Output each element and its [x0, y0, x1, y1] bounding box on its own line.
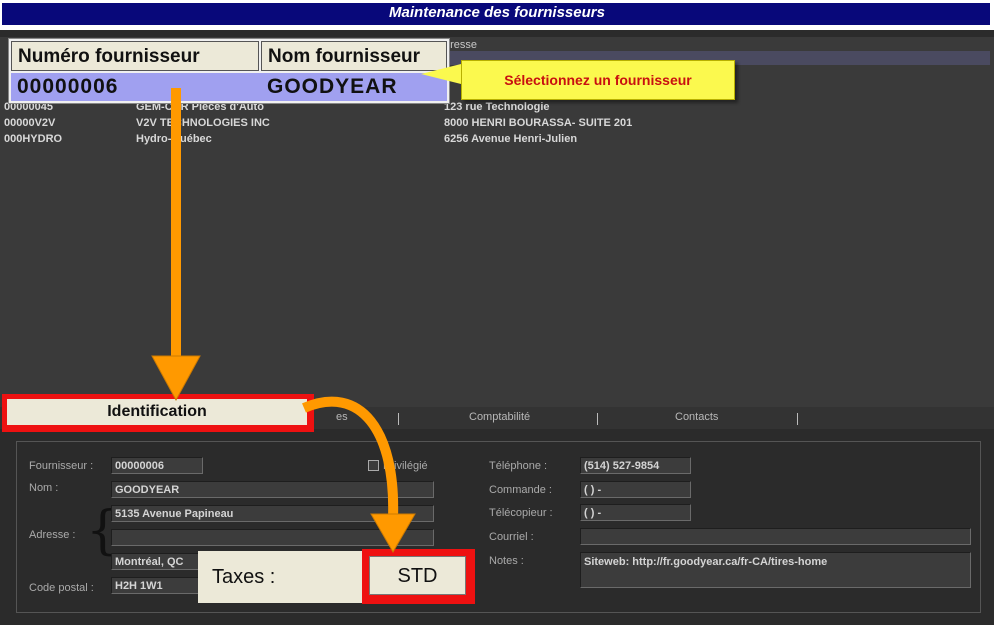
table-row[interactable]: 000HYDRO Hydro-Québec 6256 Avenue Henri-… [4, 133, 994, 147]
zoomed-selected-row: Numéro fournisseur Nom fournisseur 00000… [8, 38, 450, 104]
privilegie-label: Privilégié [383, 460, 428, 472]
cell-numero: 000HYDRO [4, 133, 63, 145]
identification-tab-highlight: Identification [2, 394, 314, 432]
commande-field[interactable]: ( ) - [580, 481, 691, 498]
tab-separator [597, 413, 598, 425]
column-header-numero[interactable]: Numéro fournisseur [11, 41, 259, 71]
cell-adresse: 6256 Avenue Henri-Julien [444, 133, 578, 145]
adresse-line3-field[interactable]: Montréal, QC [111, 553, 201, 570]
tab-comptabilite[interactable]: Comptabilité [469, 411, 530, 423]
adresse-label: Adresse : [29, 529, 76, 541]
notes-label: Notes : [489, 555, 524, 567]
select-supplier-callout: Sélectionnez un fournisseur [461, 60, 735, 100]
tab-separator [398, 413, 399, 425]
window-title: Maintenance des fournisseurs [389, 4, 605, 21]
telecopieur-field[interactable]: ( ) - [580, 504, 691, 521]
selected-nom: GOODYEAR [267, 75, 398, 98]
taxes-label: Taxes : [212, 566, 276, 588]
tab-partial[interactable]: es [336, 411, 348, 423]
cell-adresse: 8000 HENRI BOURASSA- SUITE 201 [444, 117, 633, 129]
table-row[interactable]: 00000V2V V2V TECHNOLOGIES INC 8000 HENRI… [4, 117, 994, 131]
nom-label: Nom : [29, 482, 59, 494]
telecopieur-label: Télécopieur : [489, 507, 553, 519]
tab-separator [797, 413, 798, 425]
code-postal-label: Code postal : [29, 582, 94, 594]
tab-contacts[interactable]: Contacts [675, 411, 718, 423]
fournisseur-label: Fournisseur : [29, 460, 94, 472]
cell-adresse: 123 rue Technologie [444, 101, 550, 113]
nom-field[interactable]: GOODYEAR [111, 481, 434, 498]
code-postal-field[interactable]: H2H 1W1 [111, 577, 201, 594]
cell-numero: 00000V2V [4, 117, 56, 129]
notes-field[interactable]: Siteweb: http://fr.goodyear.ca/fr-CA/tir… [580, 552, 971, 588]
telephone-label: Téléphone : [489, 460, 548, 472]
selected-numero: 00000006 [17, 75, 119, 98]
tab-identification[interactable]: Identification [7, 399, 307, 425]
taxes-button-highlight: STD [362, 549, 475, 604]
commande-label: Commande : [489, 484, 552, 496]
courriel-label: Courriel : [489, 531, 534, 543]
taxes-std-button[interactable]: STD [369, 556, 466, 595]
privilegie-checkbox[interactable] [368, 460, 379, 471]
callout-pointer [421, 64, 461, 84]
cell-nom: V2V TECHNOLOGIES INC [136, 117, 270, 129]
taxes-zoom-panel: Taxes : [198, 551, 362, 603]
title-bar: Maintenance des fournisseurs [0, 0, 994, 30]
adresse-line2-field[interactable] [111, 529, 434, 546]
cell-nom: Hydro-Québec [136, 133, 212, 145]
column-header-nom[interactable]: Nom fournisseur [261, 41, 447, 71]
telephone-field[interactable]: (514) 527-9854 [580, 457, 691, 474]
fournisseur-field[interactable]: 00000006 [111, 457, 203, 474]
courriel-field[interactable] [580, 528, 971, 545]
adresse-line1-field[interactable]: 5135 Avenue Papineau [111, 505, 434, 522]
